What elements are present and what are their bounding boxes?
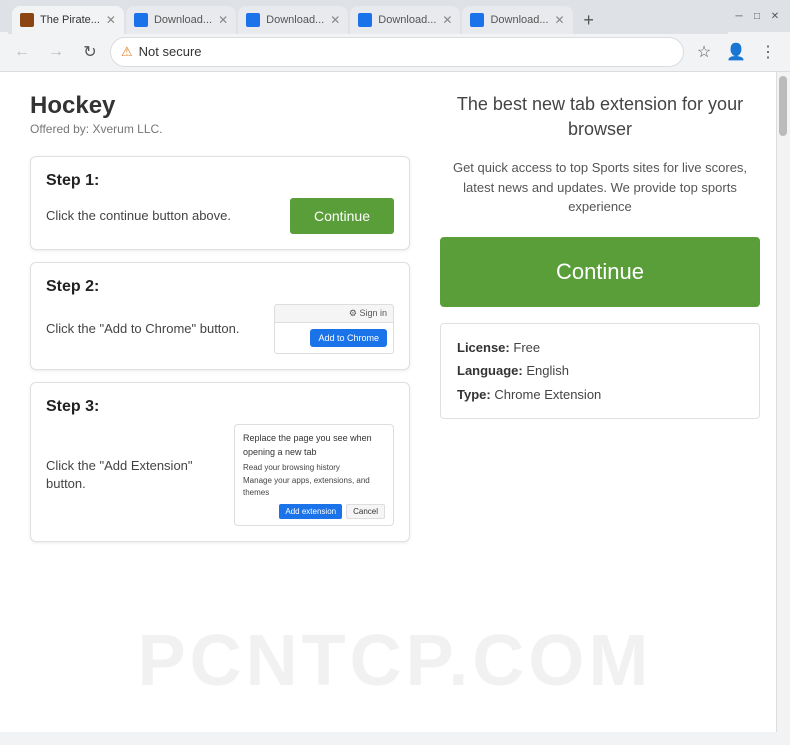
- scrollbar[interactable]: [776, 72, 790, 732]
- back-button[interactable]: ←: [8, 38, 36, 66]
- tab-3[interactable]: Download... ✕: [350, 6, 460, 34]
- step-3-card: Step 3: Click the "Add Extension" button…: [30, 382, 410, 542]
- tab-close-1[interactable]: ✕: [218, 13, 228, 27]
- tab-label-3: Download...: [378, 14, 436, 26]
- step-2-title: Step 2:: [46, 278, 394, 296]
- step-1-text: Click the continue button above.: [46, 207, 275, 225]
- step-2-chrome-body: Add to Chrome: [274, 323, 394, 354]
- watermark: PCNTCP.COM: [138, 620, 653, 702]
- tab-close-2[interactable]: ✕: [330, 13, 340, 27]
- tab-close-3[interactable]: ✕: [442, 13, 452, 27]
- language-label: Language:: [457, 363, 523, 378]
- extension-header: Hockey Offered by: Xverum LLC.: [30, 92, 410, 136]
- tab-label-2: Download...: [266, 14, 324, 26]
- add-to-chrome-button[interactable]: Add to Chrome: [310, 329, 387, 347]
- extension-name: Hockey: [30, 92, 410, 120]
- nav-bar: ← → ↻ ⚠ Not secure ☆ 👤 ⋮: [0, 32, 790, 72]
- window-controls: ─ □ ✕: [732, 9, 782, 23]
- right-tagline: The best new tab extension for your brow…: [440, 92, 760, 142]
- type-label: Type:: [457, 387, 491, 402]
- license-value: Free: [513, 340, 540, 355]
- step-2-text: Click the "Add to Chrome" button.: [46, 320, 259, 338]
- profile-icon[interactable]: 👤: [722, 38, 750, 66]
- info-type-row: Type: Chrome Extension: [457, 383, 743, 406]
- step-3-text: Click the "Add Extension" button.: [46, 457, 219, 493]
- step-2-card: Step 2: Click the "Add to Chrome" button…: [30, 262, 410, 370]
- not-secure-icon: ⚠: [121, 44, 133, 60]
- step-3-body: Click the "Add Extension" button. Replac…: [46, 424, 394, 526]
- step-3-preview: Replace the page you see when opening a …: [234, 424, 394, 526]
- nav-actions: ☆ 👤 ⋮: [690, 38, 782, 66]
- step-1-action: Continue: [290, 198, 394, 234]
- step-1-title: Step 1:: [46, 172, 394, 190]
- tab-0[interactable]: The Pirate... ✕: [12, 6, 124, 34]
- right-side: The best new tab extension for your brow…: [440, 92, 760, 554]
- tab-favicon-0: [20, 13, 34, 27]
- step-2-body: Click the "Add to Chrome" button. ⚙ Sign…: [46, 304, 394, 354]
- info-box: License: Free Language: English Type: Ch…: [440, 323, 760, 419]
- page-body: PCNTCP.COM Hockey Offered by: Xverum LLC…: [0, 72, 790, 732]
- title-bar: The Pirate... ✕ Download... ✕ Download..…: [0, 0, 790, 32]
- tab-favicon-3: [358, 13, 372, 27]
- tab-favicon-4: [470, 13, 484, 27]
- add-extension-button[interactable]: Add extension: [279, 504, 342, 519]
- tab-label-1: Download...: [154, 14, 212, 26]
- bookmark-star-icon[interactable]: ☆: [690, 38, 718, 66]
- step-3-dialog-buttons: Add extension Cancel: [243, 504, 385, 519]
- browser-window: The Pirate... ✕ Download... ✕ Download..…: [0, 0, 790, 732]
- tabs-bar: The Pirate... ✕ Download... ✕ Download..…: [8, 0, 728, 34]
- tab-label-0: The Pirate...: [40, 14, 100, 26]
- step-2-preview: ⚙ Sign in Add to Chrome: [274, 304, 394, 354]
- info-language-row: Language: English: [457, 359, 743, 382]
- menu-icon[interactable]: ⋮: [754, 38, 782, 66]
- scrollbar-thumb[interactable]: [779, 76, 787, 136]
- minimize-button[interactable]: ─: [732, 9, 746, 23]
- close-button[interactable]: ✕: [768, 9, 782, 23]
- language-value: English: [526, 363, 569, 378]
- cancel-extension-button[interactable]: Cancel: [346, 504, 385, 519]
- tab-1[interactable]: Download... ✕: [126, 6, 236, 34]
- step-1-card: Step 1: Click the continue button above.…: [30, 156, 410, 250]
- step-3-dialog-line3: Manage your apps, extensions, and themes: [243, 475, 385, 501]
- license-label: License:: [457, 340, 510, 355]
- right-description: Get quick access to top Sports sites for…: [440, 158, 760, 217]
- tab-2[interactable]: Download... ✕: [238, 6, 348, 34]
- big-continue-button[interactable]: Continue: [440, 237, 760, 307]
- step-3-dialog-line2: Read your browsing history: [243, 462, 385, 475]
- extension-offered-by: Offered by: Xverum LLC.: [30, 122, 410, 136]
- tab-favicon-2: [246, 13, 260, 27]
- step-1-continue-button[interactable]: Continue: [290, 198, 394, 234]
- tab-label-4: Download...: [490, 14, 548, 26]
- step-1-body: Click the continue button above. Continu…: [46, 198, 394, 234]
- sign-in-text: ⚙ Sign in: [349, 308, 387, 319]
- content-area: PCNTCP.COM Hockey Offered by: Xverum LLC…: [0, 72, 790, 732]
- forward-button[interactable]: →: [42, 38, 70, 66]
- info-license-row: License: Free: [457, 336, 743, 359]
- tab-favicon-1: [134, 13, 148, 27]
- step-3-dialog: Replace the page you see when opening a …: [234, 424, 394, 526]
- address-bar[interactable]: ⚠ Not secure: [110, 37, 684, 67]
- type-value: Chrome Extension: [494, 387, 601, 402]
- left-side: Hockey Offered by: Xverum LLC. Step 1: C…: [30, 92, 410, 554]
- refresh-button[interactable]: ↻: [76, 38, 104, 66]
- tab-close-4[interactable]: ✕: [555, 13, 565, 27]
- step-3-title: Step 3:: [46, 398, 394, 416]
- step-2-chrome-header: ⚙ Sign in: [274, 304, 394, 323]
- maximize-button[interactable]: □: [750, 9, 764, 23]
- address-text: Not secure: [139, 44, 202, 59]
- tab-close-0[interactable]: ✕: [106, 13, 116, 27]
- step-3-dialog-line1: Replace the page you see when opening a …: [243, 431, 385, 460]
- page-inner: Hockey Offered by: Xverum LLC. Step 1: C…: [30, 92, 760, 554]
- new-tab-button[interactable]: +: [575, 6, 603, 34]
- tab-4[interactable]: Download... ✕: [462, 6, 572, 34]
